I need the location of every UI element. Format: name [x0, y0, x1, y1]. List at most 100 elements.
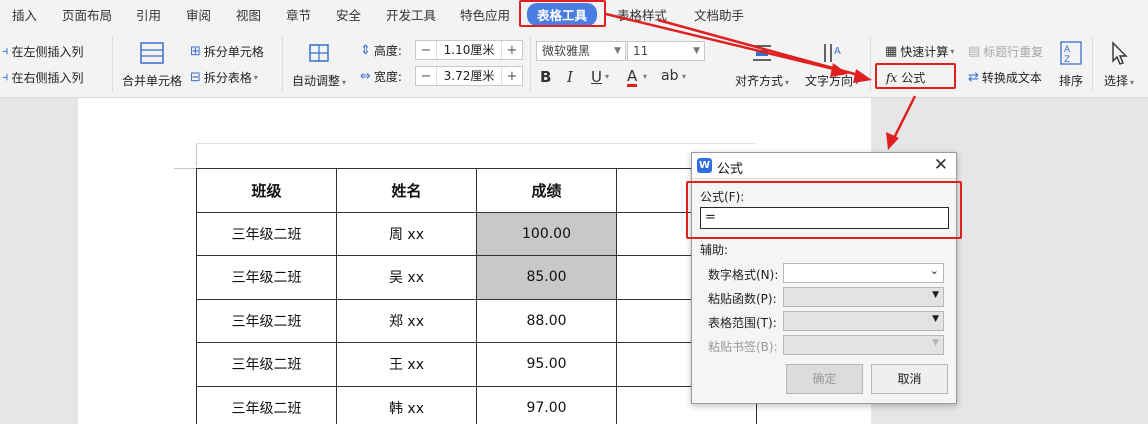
italic-button[interactable]: I	[567, 68, 573, 86]
cancel-button[interactable]: 取消	[871, 364, 948, 394]
menu-tab-references[interactable]: 引用	[136, 5, 161, 24]
select-label: 选择	[1104, 74, 1129, 88]
merge-cells-icon	[140, 42, 164, 64]
insert-right-col-button[interactable]: ⫞ 在右侧插入列	[2, 69, 84, 86]
table-cell[interactable]: 95.00	[476, 342, 617, 387]
sort-label: 排序	[1058, 74, 1083, 88]
quick-calc-button[interactable]: ▦ 快速计算 ▾	[885, 43, 954, 60]
convert-text-button[interactable]: ⇄ 转换成文本	[968, 69, 1042, 86]
chevron-down-icon: ▼	[932, 314, 939, 324]
table-range-label: 表格范围(T):	[708, 316, 777, 330]
table-cell[interactable]: 王 xx	[336, 342, 477, 387]
height-value[interactable]: 1.10厘米	[436, 41, 502, 59]
font-size-select[interactable]: 11 ▼	[627, 41, 705, 61]
table-row: 三年级二班 郑 xx 88.00	[196, 298, 757, 343]
width-value[interactable]: 3.72厘米	[436, 67, 502, 85]
dialog-title: 公式	[717, 162, 744, 177]
dialog-titlebar[interactable]: W 公式 ✕	[692, 153, 956, 179]
paste-function-select[interactable]: ▼	[783, 287, 944, 307]
width-spinner[interactable]: − 3.72厘米 +	[415, 66, 523, 86]
menu-tab-chapter[interactable]: 章节	[286, 5, 311, 24]
quick-calc-label: 快速计算	[900, 45, 949, 59]
chevron-down-icon: ▼	[693, 46, 700, 56]
calculator-icon: ▦	[885, 44, 898, 59]
header-repeat-button[interactable]: ▤ 标题行重复	[968, 43, 1043, 60]
height-spinner[interactable]: − 1.10厘米 +	[415, 40, 523, 60]
chevron-down-icon[interactable]: ▾	[682, 72, 686, 81]
ribbon: ⫞ 在左侧插入列 ⫞ 在右侧插入列 合并单元格 ⊞ 拆分单元格 ⊟ 拆分表格 ▾ 自动调整…	[0, 28, 1148, 98]
table-cell[interactable]: 88.00	[476, 298, 617, 343]
divider	[282, 36, 283, 92]
merge-cells-label: 合并单元格	[122, 74, 183, 88]
table-range-select[interactable]: ▼	[783, 311, 944, 331]
chevron-down-icon: ▼	[932, 290, 939, 300]
auto-adjust-button[interactable]: 自动调整 ▾	[292, 40, 346, 89]
number-format-select[interactable]: ⌄	[783, 263, 944, 283]
insert-col-left-icon: ⫞	[2, 44, 9, 59]
merge-cells-button[interactable]: 合并单元格	[122, 40, 182, 89]
table-cell[interactable]: 97.00	[476, 385, 617, 424]
table-cell-selected[interactable]: 100.00	[476, 211, 617, 256]
font-name-select[interactable]: 微软雅黑 ▼	[536, 41, 626, 61]
table-cell[interactable]: 三年级二班	[196, 255, 337, 300]
divider	[112, 36, 113, 92]
highlight-button[interactable]: ab	[661, 68, 678, 84]
sort-icon: A Z	[1060, 41, 1082, 65]
menu-tab-insert[interactable]: 插入	[12, 5, 37, 24]
menu-tab-review[interactable]: 审阅	[186, 5, 211, 24]
paste-bookmark-select: ▼	[783, 335, 944, 355]
chevron-down-icon[interactable]: ▾	[605, 72, 609, 81]
menu-tab-page-layout[interactable]: 页面布局	[62, 5, 112, 24]
header-repeat-label: 标题行重复	[983, 45, 1044, 59]
select-button[interactable]: 选择 ▾	[1104, 40, 1134, 89]
chevron-down-icon: ▼	[614, 46, 621, 56]
page-margin-line	[196, 143, 756, 144]
chevron-down-icon[interactable]: ▾	[643, 72, 647, 81]
table-cell[interactable]: 吴 xx	[336, 255, 477, 300]
align-button[interactable]: 对齐方式 ▾	[735, 40, 789, 89]
split-table-button[interactable]: ⊟ 拆分表格 ▾	[190, 69, 258, 86]
menu-tab-security[interactable]: 安全	[336, 5, 361, 24]
table-row: 三年级二班 周 xx 100.00	[196, 211, 757, 256]
table-cell-selected[interactable]: 85.00	[476, 255, 617, 300]
svg-text:A: A	[834, 46, 841, 57]
text-direction-button[interactable]: A 文字方向 ▾	[805, 40, 859, 89]
table-cell[interactable]: 韩 xx	[336, 385, 477, 424]
font-size-value: 11	[633, 44, 649, 58]
menu-tab-developer[interactable]: 开发工具	[386, 5, 436, 24]
annotation-box-table-tools	[519, 0, 606, 27]
split-cells-button[interactable]: ⊞ 拆分单元格	[190, 43, 264, 60]
insert-left-col-button[interactable]: ⫞ 在左侧插入列	[2, 43, 84, 60]
align-label: 对齐方式	[735, 74, 784, 88]
menu-tab-table-style[interactable]: 表格样式	[617, 5, 667, 24]
table-cell[interactable]: 三年级二班	[196, 298, 337, 343]
sort-button[interactable]: A Z 排序	[1058, 40, 1084, 89]
paste-bookmark-label: 粘贴书签(B):	[708, 340, 778, 354]
plus-icon[interactable]: +	[502, 69, 522, 84]
font-color-button[interactable]: A	[627, 68, 638, 87]
table-cell[interactable]: 三年级二班	[196, 211, 337, 256]
header-cell-class[interactable]: 班级	[196, 168, 337, 213]
annotation-box-formula	[875, 63, 956, 89]
close-icon[interactable]: ✕	[934, 155, 948, 175]
header-cell-score[interactable]: 成绩	[476, 168, 617, 213]
ok-button[interactable]: 确定	[786, 364, 863, 394]
minus-icon[interactable]: −	[416, 69, 436, 84]
header-cell-name[interactable]: 姓名	[336, 168, 477, 213]
menu-tab-doc-assistant[interactable]: 文档助手	[694, 5, 744, 24]
menu-tab-view[interactable]: 视图	[236, 5, 261, 24]
table-cell[interactable]: 三年级二班	[196, 385, 337, 424]
table-row: 三年级二班 王 xx 95.00	[196, 342, 757, 387]
insert-right-col-label: 在右侧插入列	[11, 71, 84, 85]
plus-icon[interactable]: +	[502, 43, 522, 58]
table-cell[interactable]: 三年级二班	[196, 342, 337, 387]
underline-button[interactable]: U	[591, 68, 602, 86]
menu-tab-features[interactable]: 特色应用	[460, 5, 510, 24]
auto-adjust-label: 自动调整	[292, 74, 341, 88]
divider	[1092, 36, 1093, 92]
table-cell[interactable]: 周 xx	[336, 211, 477, 256]
minus-icon[interactable]: −	[416, 43, 436, 58]
bold-button[interactable]: B	[540, 68, 551, 86]
aux-label: 辅助:	[700, 243, 729, 257]
table-cell[interactable]: 郑 xx	[336, 298, 477, 343]
